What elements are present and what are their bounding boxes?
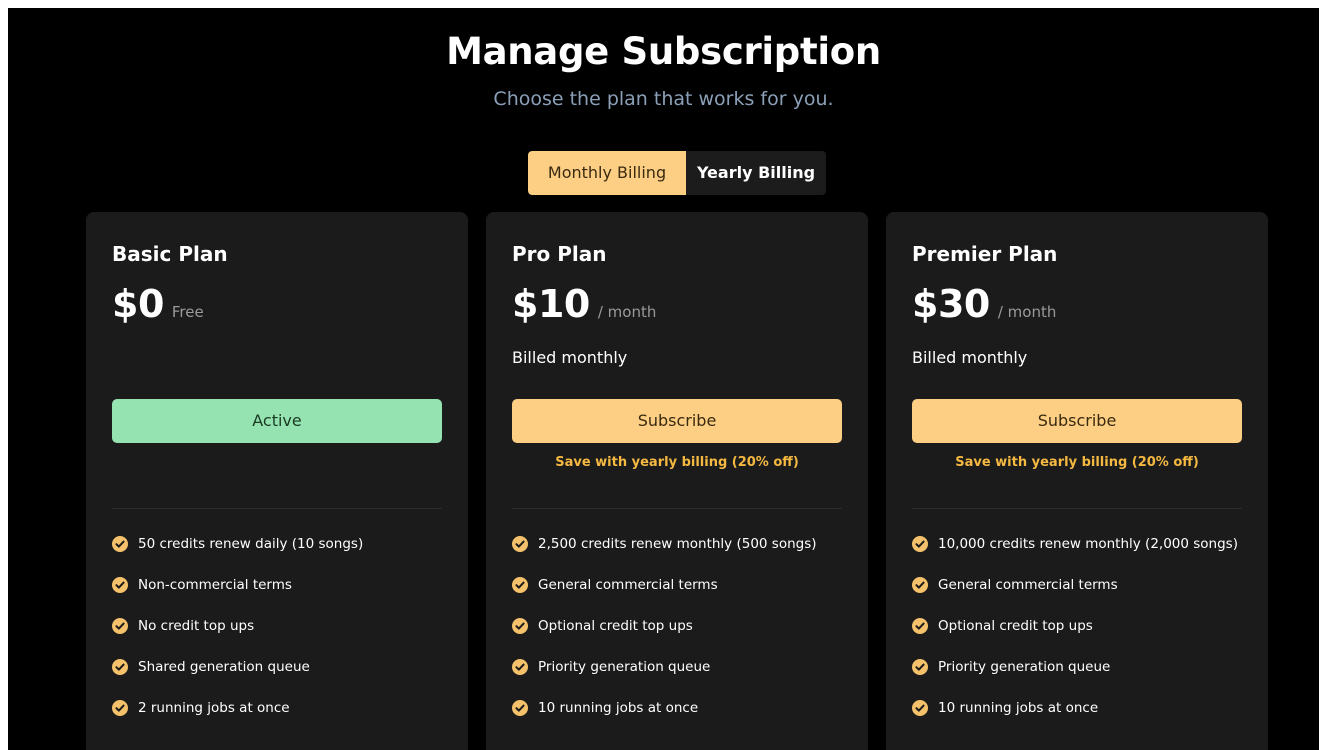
feature-text: 2,500 credits renew monthly (500 songs) — [538, 536, 817, 552]
price-row: $0 Free — [112, 282, 204, 326]
feature-item: Optional credit top ups — [512, 618, 817, 659]
plan-card-pro: Pro Plan $10 / month Billed monthly Subs… — [486, 212, 868, 750]
feature-item: Priority generation queue — [512, 659, 817, 700]
feature-text: Optional credit top ups — [538, 618, 693, 634]
price-row: $10 / month — [512, 282, 656, 326]
billing-toggle: Monthly Billing Yearly Billing — [528, 151, 826, 195]
feature-item: Optional credit top ups — [912, 618, 1238, 659]
check-circle-icon — [512, 536, 528, 552]
check-circle-icon — [912, 618, 928, 634]
subscribe-button-premier[interactable]: Subscribe — [912, 399, 1242, 443]
active-button[interactable]: Active — [112, 399, 442, 443]
feature-text: Priority generation queue — [938, 659, 1111, 675]
feature-text: 10 running jobs at once — [938, 700, 1099, 716]
yearly-billing-tab[interactable]: Yearly Billing — [686, 151, 826, 195]
check-circle-icon — [912, 659, 928, 675]
feature-text: No credit top ups — [138, 618, 255, 634]
feature-text: General commercial terms — [938, 577, 1118, 593]
check-circle-icon — [912, 577, 928, 593]
feature-item: 50 credits renew daily (10 songs) — [112, 536, 363, 577]
plan-name: Pro Plan — [512, 242, 607, 266]
plan-card-premier: Premier Plan $30 / month Billed monthly … — [886, 212, 1268, 750]
card-divider — [512, 508, 842, 509]
price-row: $30 / month — [912, 282, 1056, 326]
feature-list: 50 credits renew daily (10 songs) Non-co… — [112, 536, 363, 741]
plan-name: Basic Plan — [112, 242, 228, 266]
feature-list: 10,000 credits renew monthly (2,000 song… — [912, 536, 1238, 741]
check-circle-icon — [912, 536, 928, 552]
subscription-page: Manage Subscription Choose the plan that… — [8, 8, 1319, 750]
plan-period: Free — [171, 303, 204, 321]
plan-price: $30 — [912, 282, 990, 326]
feature-item: 2,500 credits renew monthly (500 songs) — [512, 536, 817, 577]
feature-item: General commercial terms — [512, 577, 817, 618]
feature-text: 10,000 credits renew monthly (2,000 song… — [938, 536, 1238, 552]
check-circle-icon — [512, 659, 528, 675]
check-circle-icon — [912, 700, 928, 716]
plan-period: / month — [597, 303, 657, 321]
plan-period: / month — [997, 303, 1057, 321]
feature-item: 10 running jobs at once — [912, 700, 1238, 741]
plan-card-basic: Basic Plan $0 Free Active 50 credits ren… — [86, 212, 468, 750]
feature-text: Optional credit top ups — [938, 618, 1093, 634]
feature-item: Non-commercial terms — [112, 577, 363, 618]
billing-note: Billed monthly — [912, 348, 1028, 367]
card-divider — [912, 508, 1242, 509]
feature-item: 2 running jobs at once — [112, 700, 363, 741]
monthly-billing-tab[interactable]: Monthly Billing — [528, 151, 686, 195]
billing-note: Billed monthly — [512, 348, 628, 367]
check-circle-icon — [112, 536, 128, 552]
feature-text: 10 running jobs at once — [538, 700, 699, 716]
feature-list: 2,500 credits renew monthly (500 songs) … — [512, 536, 817, 741]
check-circle-icon — [512, 618, 528, 634]
feature-item: Shared generation queue — [112, 659, 363, 700]
subscribe-button-pro[interactable]: Subscribe — [512, 399, 842, 443]
check-circle-icon — [112, 618, 128, 634]
plan-price: $10 — [512, 282, 590, 326]
feature-item: 10 running jobs at once — [512, 700, 817, 741]
plan-price: $0 — [112, 282, 164, 326]
check-circle-icon — [512, 577, 528, 593]
feature-text: Priority generation queue — [538, 659, 711, 675]
card-divider — [112, 508, 442, 509]
yearly-savings-note: Save with yearly billing (20% off) — [955, 455, 1199, 470]
check-circle-icon — [112, 700, 128, 716]
plan-name: Premier Plan — [912, 242, 1058, 266]
check-circle-icon — [512, 700, 528, 716]
feature-text: 50 credits renew daily (10 songs) — [138, 536, 364, 552]
feature-text: Non-commercial terms — [138, 577, 292, 593]
yearly-savings-note: Save with yearly billing (20% off) — [555, 455, 799, 470]
feature-item: General commercial terms — [912, 577, 1238, 618]
feature-item: Priority generation queue — [912, 659, 1238, 700]
feature-text: General commercial terms — [538, 577, 718, 593]
feature-text: 2 running jobs at once — [138, 700, 290, 716]
feature-text: Shared generation queue — [138, 659, 310, 675]
page-title: Manage Subscription — [446, 30, 881, 73]
page-subtitle: Choose the plan that works for you. — [493, 88, 834, 110]
check-circle-icon — [112, 659, 128, 675]
feature-item: No credit top ups — [112, 618, 363, 659]
check-circle-icon — [112, 577, 128, 593]
feature-item: 10,000 credits renew monthly (2,000 song… — [912, 536, 1238, 577]
